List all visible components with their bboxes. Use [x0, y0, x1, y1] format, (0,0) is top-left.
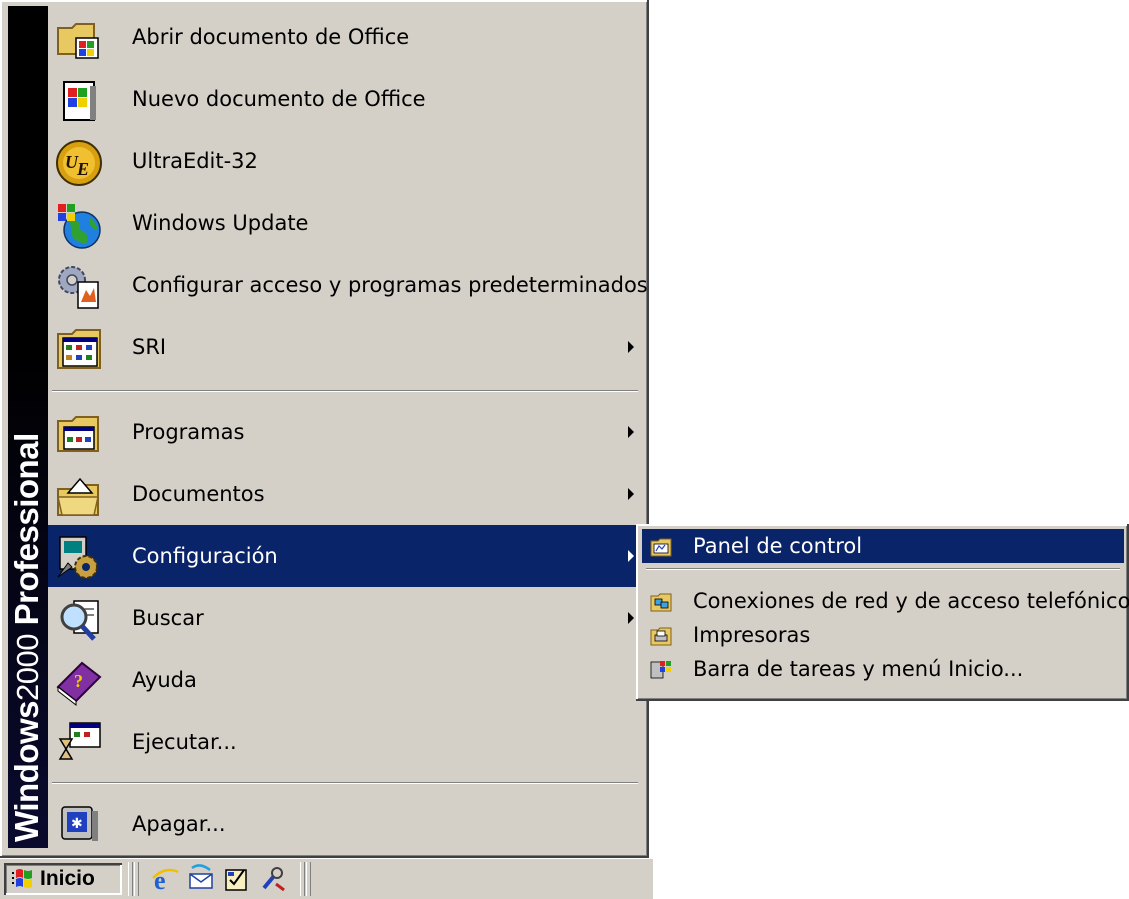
- menu-item-sri[interactable]: SRI: [48, 316, 642, 378]
- menu-item-new-office-document[interactable]: Nuevo documento de Office: [48, 68, 642, 130]
- menu-item-set-program-access[interactable]: Configurar acceso y programas predetermi…: [48, 254, 648, 316]
- search-icon: [60, 600, 99, 641]
- network-connections-icon: [650, 593, 672, 612]
- submenu-item-label: Panel de control: [693, 534, 863, 558]
- menu-item-ayuda[interactable]: ? Ayuda: [48, 649, 642, 711]
- outlook-express-icon[interactable]: [186, 864, 216, 894]
- start-button[interactable]: Inicio: [4, 863, 122, 895]
- settings-icon: [57, 536, 98, 579]
- menu-item-label: Configurar acceso y programas predetermi…: [132, 273, 648, 297]
- submenu-arrow-icon: [628, 550, 634, 562]
- svg-text:?: ?: [74, 671, 83, 691]
- menu-item-buscar[interactable]: Buscar: [48, 587, 642, 649]
- svg-text:✱: ✱: [71, 816, 83, 832]
- programs-icon: [57, 416, 99, 452]
- submenu-arrow-icon: [628, 488, 634, 500]
- shutdown-icon: ✱: [61, 806, 98, 841]
- banner-year: 2000: [10, 634, 45, 701]
- banner-text: Windows2000 Professional: [8, 433, 46, 842]
- start-menu: Windows2000 Professional Abrir documento…: [0, 0, 649, 858]
- menu-item-ultraedit[interactable]: U E UltraEdit-32: [48, 130, 642, 192]
- new-office-document-icon: [63, 81, 96, 121]
- show-desktop-icon[interactable]: [222, 864, 252, 894]
- menu-item-ejecutar[interactable]: Ejecutar...: [48, 711, 642, 773]
- submenu-arrow-icon: [628, 341, 634, 353]
- menu-item-label: Documentos: [132, 482, 265, 506]
- menu-item-apagar[interactable]: ✱ Apagar...: [48, 793, 642, 855]
- menu-item-configuracion[interactable]: Configuración: [48, 525, 642, 587]
- menu-item-programas[interactable]: Programas: [48, 401, 642, 463]
- ultraedit-icon: U E: [56, 140, 102, 186]
- menu-item-label: Ayuda: [132, 668, 197, 692]
- quick-launch-handle[interactable]: [134, 862, 139, 896]
- submenu-item-label: Conexiones de red y de acceso telefónico: [693, 589, 1129, 613]
- menu-separator: [52, 390, 638, 392]
- taskbar-start-menu-icon: [650, 661, 671, 679]
- menu-item-label: SRI: [132, 335, 167, 359]
- taskbar-separator: [300, 862, 305, 896]
- menu-item-label: Windows Update: [132, 211, 309, 235]
- submenu-item-label: Impresoras: [693, 623, 811, 647]
- settings-submenu: Panel de control Conexiones de red y de …: [636, 524, 1129, 701]
- menu-item-label: Ejecutar...: [132, 730, 237, 754]
- submenu-item-impresoras[interactable]: Impresoras: [642, 618, 1124, 652]
- banner-edition: Professional: [8, 433, 45, 626]
- menu-item-documentos[interactable]: Documentos: [48, 463, 642, 525]
- control-panel-icon: [650, 538, 672, 557]
- submenu-item-conexiones[interactable]: Conexiones de red y de acceso telefónico: [642, 584, 1129, 618]
- program-group-icon: [57, 329, 101, 369]
- submenu-separator: [646, 568, 1120, 570]
- submenu-item-panel-de-control[interactable]: Panel de control: [642, 529, 1124, 563]
- menu-item-label: Abrir documento de Office: [132, 25, 410, 49]
- submenu-item-barra-de-tareas[interactable]: Barra de tareas y menú Inicio...: [642, 652, 1124, 686]
- taskbar: Inicio e: [0, 858, 653, 899]
- taskbar-separator: [128, 862, 133, 896]
- windows-update-icon: [58, 204, 101, 249]
- start-menu-banner: Windows2000 Professional: [8, 6, 48, 848]
- menu-item-label: Programas: [132, 420, 245, 444]
- taskbar-handle[interactable]: [306, 862, 311, 896]
- menu-item-label: Apagar...: [132, 812, 226, 836]
- submenu-arrow-icon: [628, 426, 634, 438]
- printers-icon: [650, 627, 672, 646]
- submenu-arrow-icon: [628, 612, 634, 624]
- windows-flag-icon: [12, 869, 32, 888]
- menu-item-label: Buscar: [132, 606, 204, 630]
- run-icon: [58, 722, 101, 760]
- open-office-document-icon: [57, 23, 99, 59]
- set-program-access-icon: [58, 266, 99, 309]
- menu-separator: [52, 782, 638, 784]
- banner-windows: Windows: [8, 700, 45, 842]
- submenu-item-label: Barra de tareas y menú Inicio...: [693, 657, 1024, 681]
- documents-icon: [57, 477, 99, 516]
- menu-item-label: Nuevo documento de Office: [132, 87, 426, 111]
- help-book-icon: ?: [56, 661, 102, 707]
- menu-item-open-office-document[interactable]: Abrir documento de Office: [48, 6, 642, 68]
- menu-item-windows-update[interactable]: Windows Update: [48, 192, 642, 254]
- svg-text:E: E: [76, 159, 89, 179]
- menu-item-label: UltraEdit-32: [132, 149, 258, 173]
- tool-icon[interactable]: [258, 864, 288, 894]
- internet-explorer-icon[interactable]: e: [150, 864, 180, 894]
- start-button-label: Inicio: [40, 867, 95, 890]
- menu-item-label: Configuración: [132, 544, 278, 568]
